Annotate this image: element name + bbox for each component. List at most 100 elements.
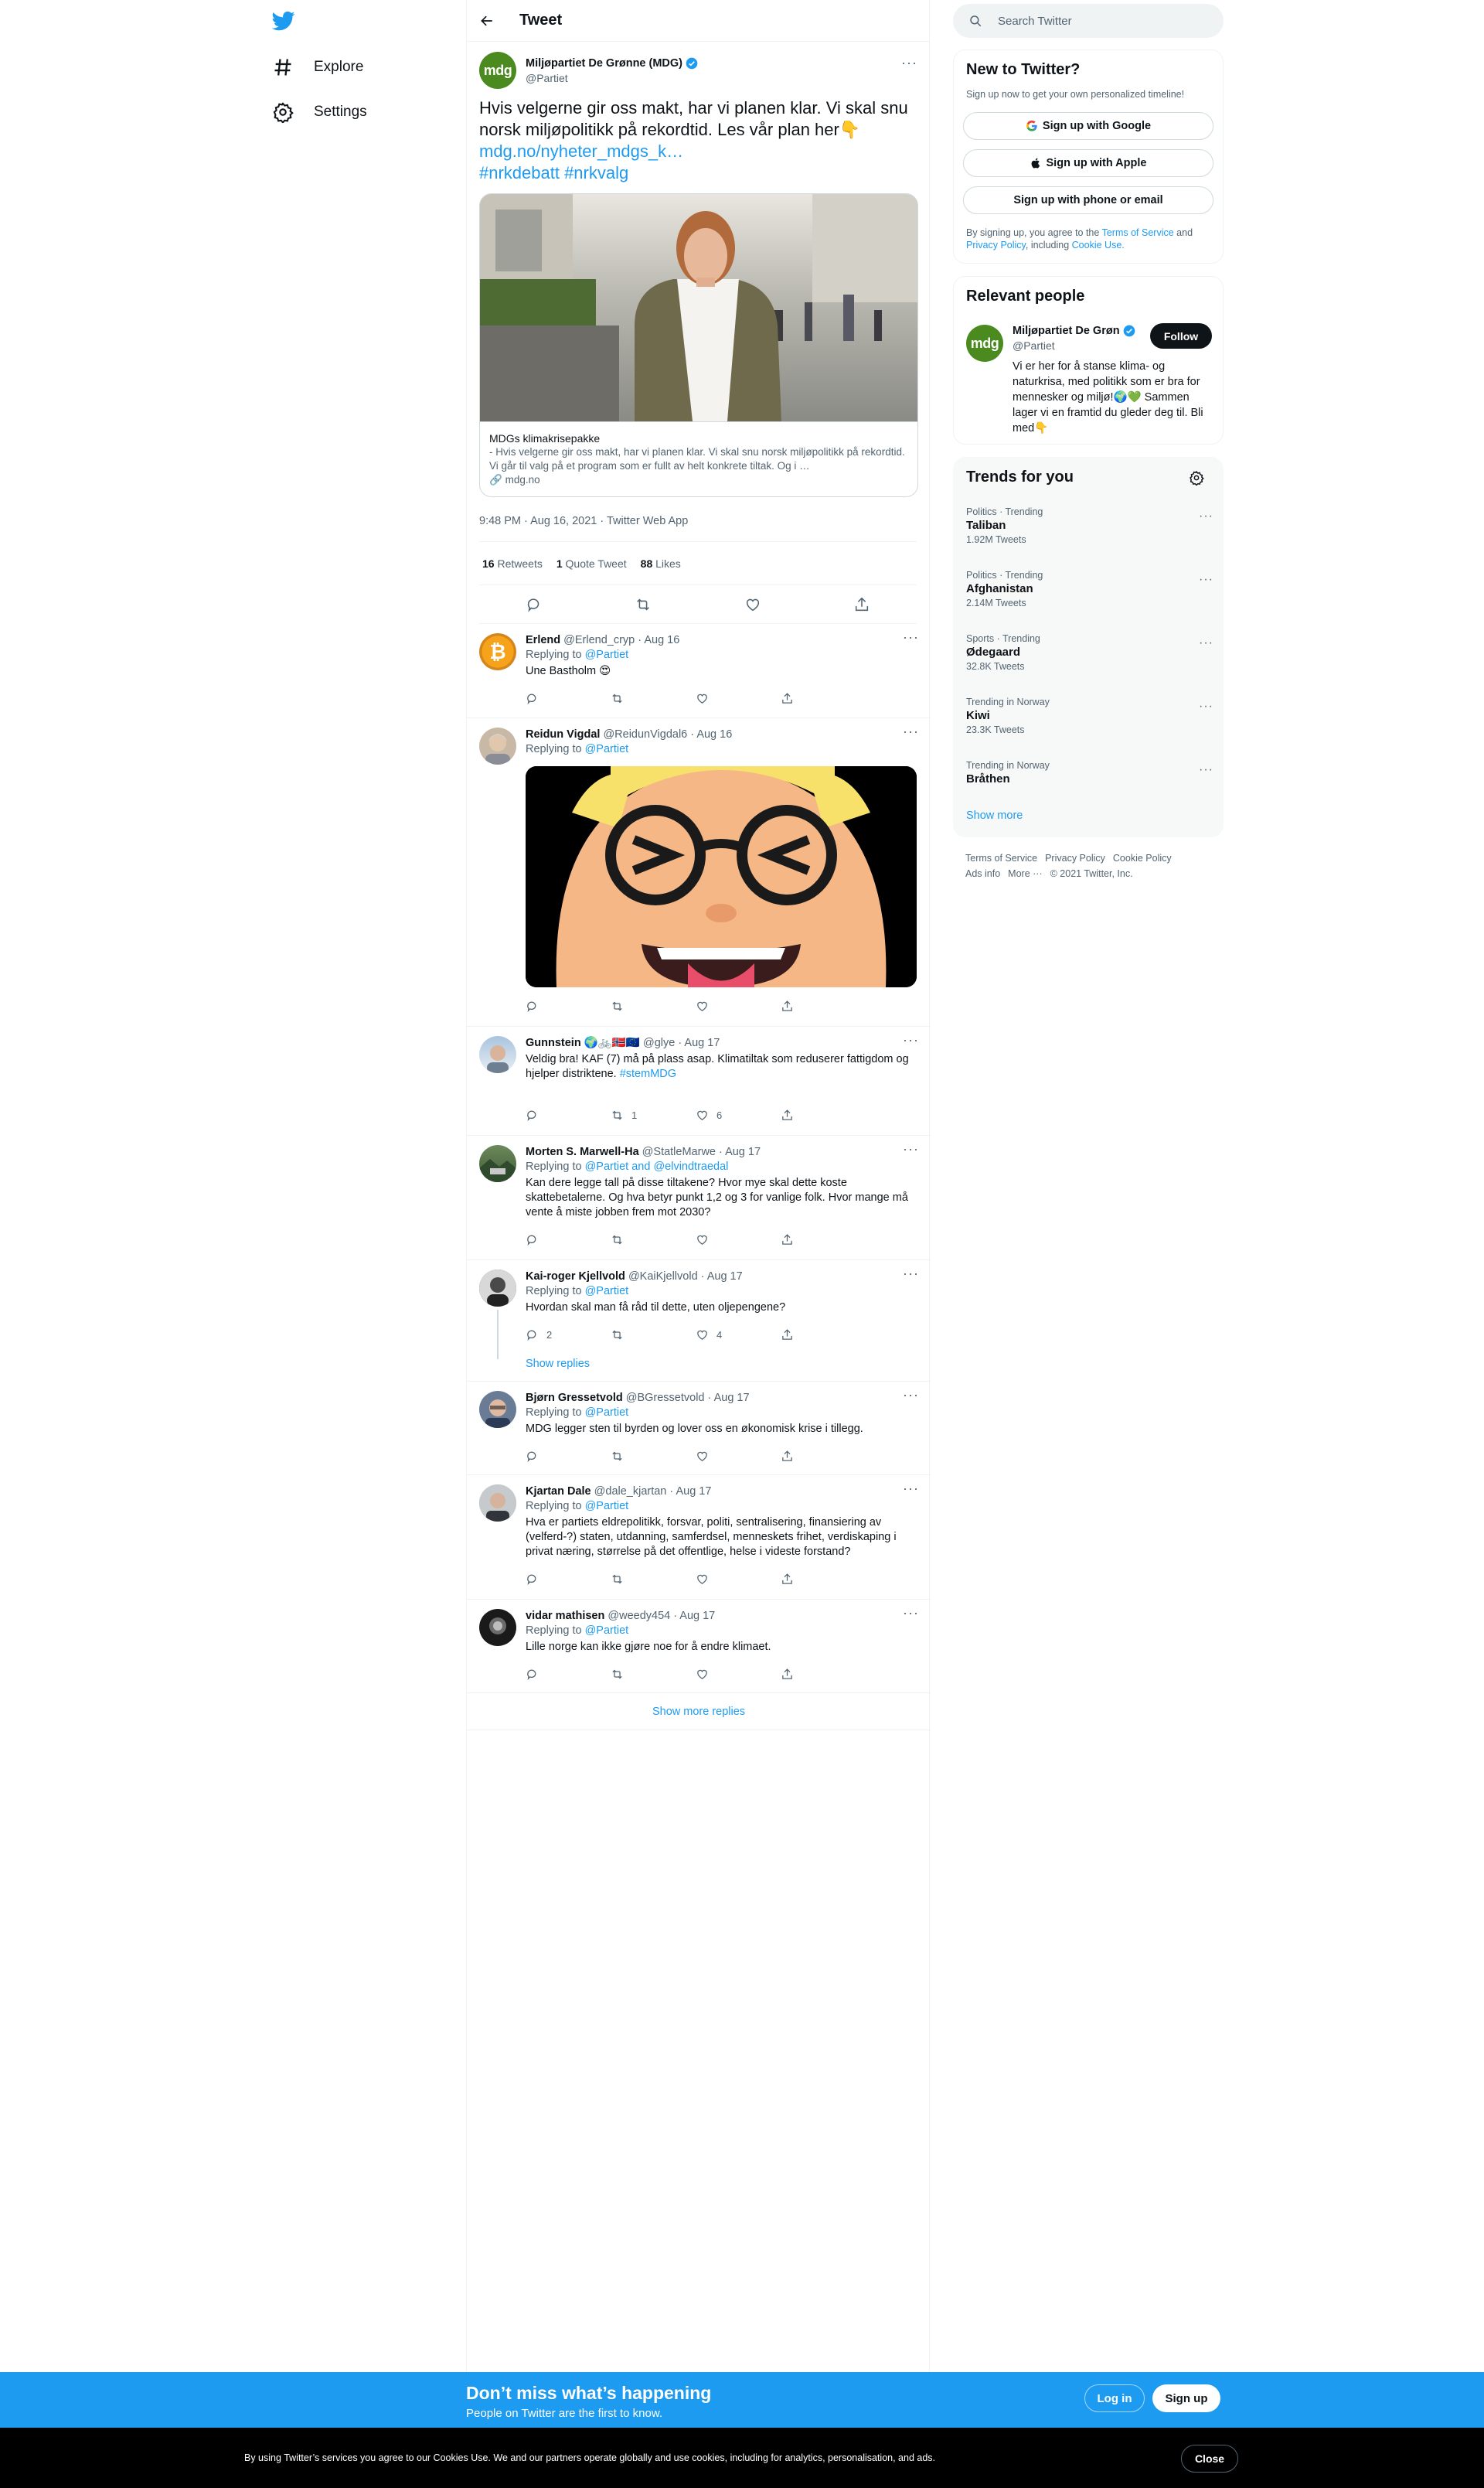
reply-author-name[interactable]: vidar mathisen: [526, 1610, 604, 1622]
reply-author-name[interactable]: Erlend: [526, 634, 560, 646]
avatar[interactable]: [479, 1145, 516, 1182]
signup-apple-button[interactable]: Sign up with Apple: [963, 149, 1213, 177]
avatar[interactable]: [479, 1270, 516, 1307]
footer-privacy[interactable]: Privacy Policy: [1045, 853, 1105, 864]
reply-author-handle[interactable]: @KaiKjellvold: [628, 1270, 698, 1283]
signup-google-button[interactable]: Sign up with Google: [963, 112, 1213, 140]
more-options-icon[interactable]: ···: [903, 1481, 918, 1500]
reply-author-name[interactable]: Kjartan Dale: [526, 1485, 591, 1498]
avatar[interactable]: [479, 1609, 516, 1646]
more-options-icon[interactable]: ···: [903, 1388, 918, 1406]
share-button[interactable]: [781, 692, 866, 705]
more-options-icon[interactable]: ···: [903, 1266, 918, 1285]
reply-button[interactable]: 2: [526, 1328, 611, 1341]
share-button[interactable]: [781, 1233, 866, 1246]
quotes-stat[interactable]: 1 Quote Tweet: [556, 557, 627, 570]
terms-link[interactable]: Terms of Service: [1102, 227, 1174, 238]
more-options-icon[interactable]: ···: [903, 630, 918, 649]
avatar[interactable]: [479, 1484, 516, 1522]
retweet-button[interactable]: [611, 692, 696, 705]
footer-more[interactable]: More ···: [1008, 868, 1042, 879]
nav-settings[interactable]: Settings: [272, 97, 367, 128]
share-button[interactable]: [781, 1109, 866, 1122]
show-more-replies[interactable]: Show more replies: [467, 1693, 931, 1730]
back-arrow-icon[interactable]: [479, 13, 495, 29]
reply-button[interactable]: [526, 1233, 611, 1246]
privacy-link[interactable]: Privacy Policy: [966, 240, 1026, 251]
more-options-icon[interactable]: ···: [1199, 700, 1213, 714]
like-button[interactable]: 4: [696, 1328, 781, 1341]
follow-button[interactable]: Follow: [1150, 323, 1212, 349]
reply-date[interactable]: · Aug 17: [673, 1610, 715, 1622]
reply-tweet[interactable]: Reidun Vigdal @ReidunVigdal6 · Aug 16 Re…: [467, 718, 931, 1027]
more-options-icon[interactable]: ···: [1199, 763, 1213, 777]
login-button[interactable]: Log in: [1084, 2384, 1145, 2412]
retweet-button[interactable]: [611, 1573, 696, 1586]
replying-to-handle[interactable]: @Partiet: [585, 1500, 629, 1512]
gear-icon[interactable]: [1189, 470, 1204, 486]
retweet-button[interactable]: [611, 1000, 696, 1013]
retweets-stat[interactable]: 16 Retweets: [482, 557, 543, 570]
nav-explore[interactable]: Explore: [272, 52, 363, 83]
footer-cookie[interactable]: Cookie Policy: [1113, 853, 1172, 864]
show-replies-link[interactable]: Show replies: [526, 1358, 590, 1370]
more-options-icon[interactable]: ···: [1199, 573, 1213, 587]
reply-button[interactable]: [526, 1000, 611, 1013]
reply-date[interactable]: · Aug 16: [638, 634, 679, 646]
retweet-icon[interactable]: [635, 596, 652, 613]
share-button[interactable]: [781, 1328, 866, 1341]
trend-item[interactable]: Trending in Norway Bråthen ···: [966, 760, 1213, 786]
close-cookie-button[interactable]: Close: [1181, 2445, 1238, 2473]
like-button[interactable]: [696, 692, 781, 705]
reply-author-handle[interactable]: @glye: [643, 1037, 675, 1049]
reply-author-handle[interactable]: @StatleMarwe: [642, 1146, 716, 1158]
reply-media-image[interactable]: [526, 766, 917, 987]
retweet-button[interactable]: [611, 1233, 696, 1246]
share-icon[interactable]: [853, 596, 870, 613]
trend-item[interactable]: Politics · Trending Taliban 1.92M Tweets…: [966, 506, 1213, 545]
relevant-handle[interactable]: @Partiet: [1013, 339, 1136, 352]
like-button[interactable]: [696, 1000, 781, 1013]
retweet-button[interactable]: [611, 1668, 696, 1681]
reply-tweet[interactable]: ₿ Erlend @Erlend_cryp · Aug 16 Replying …: [467, 624, 931, 718]
reply-author-name[interactable]: Morten S. Marwell-Ha: [526, 1146, 639, 1158]
cookie-link[interactable]: Cookie Use.: [1072, 240, 1125, 251]
reply-author-name[interactable]: Reidun Vigdal: [526, 728, 600, 741]
like-icon[interactable]: [744, 596, 761, 613]
replying-to-handle[interactable]: @Partiet and @elvindtraedal: [585, 1160, 729, 1173]
reply-date[interactable]: · Aug 17: [701, 1270, 743, 1283]
retweet-button[interactable]: [611, 1450, 696, 1463]
reply-date[interactable]: · Aug 17: [669, 1485, 711, 1498]
share-button[interactable]: [781, 1573, 866, 1586]
reply-author-name[interactable]: Gunnstein 🌍🚲🇳🇴🇪🇺: [526, 1037, 640, 1049]
avatar[interactable]: mdg: [966, 325, 1003, 362]
like-button[interactable]: [696, 1450, 781, 1463]
trend-item[interactable]: Trending in Norway Kiwi 23.3K Tweets ···: [966, 697, 1213, 735]
avatar[interactable]: [479, 1036, 516, 1073]
like-button[interactable]: [696, 1573, 781, 1586]
reply-tweet[interactable]: vidar mathisen @weedy454 · Aug 17 Replyi…: [467, 1600, 931, 1693]
signup-phone-email-button[interactable]: Sign up with phone or email: [963, 186, 1213, 214]
reply-date[interactable]: · Aug 16: [690, 728, 732, 741]
tweet-hashtags[interactable]: #nrkdebatt #nrkvalg: [479, 163, 628, 182]
reply-author-name[interactable]: Kai-roger Kjellvold: [526, 1270, 625, 1283]
reply-author-handle[interactable]: @weedy454: [608, 1610, 670, 1622]
retweet-button[interactable]: 1: [611, 1109, 696, 1122]
reply-author-handle[interactable]: @Erlend_cryp: [563, 634, 635, 646]
reply-author-name[interactable]: Bjørn Gressetvold: [526, 1392, 623, 1404]
more-options-icon[interactable]: ···: [903, 1033, 918, 1051]
replying-to-handle[interactable]: @Partiet: [585, 743, 629, 755]
share-button[interactable]: [781, 1000, 866, 1013]
more-options-icon[interactable]: ···: [901, 56, 917, 74]
share-button[interactable]: [781, 1450, 866, 1463]
link-card[interactable]: MDGs klimakrisepakke - Hvis velgerne gir…: [479, 193, 918, 497]
reply-hashtag[interactable]: #stemMDG: [620, 1068, 676, 1080]
reply-button[interactable]: [526, 1668, 611, 1681]
reply-icon[interactable]: [526, 596, 543, 613]
like-button[interactable]: [696, 1668, 781, 1681]
reply-author-handle[interactable]: @BGressetvold: [626, 1392, 705, 1404]
trend-item[interactable]: Sports · Trending Ødegaard 32.8K Tweets …: [966, 633, 1213, 672]
replying-to-handle[interactable]: @Partiet: [585, 1406, 629, 1419]
like-button[interactable]: [696, 1233, 781, 1246]
more-options-icon[interactable]: ···: [903, 1142, 918, 1160]
